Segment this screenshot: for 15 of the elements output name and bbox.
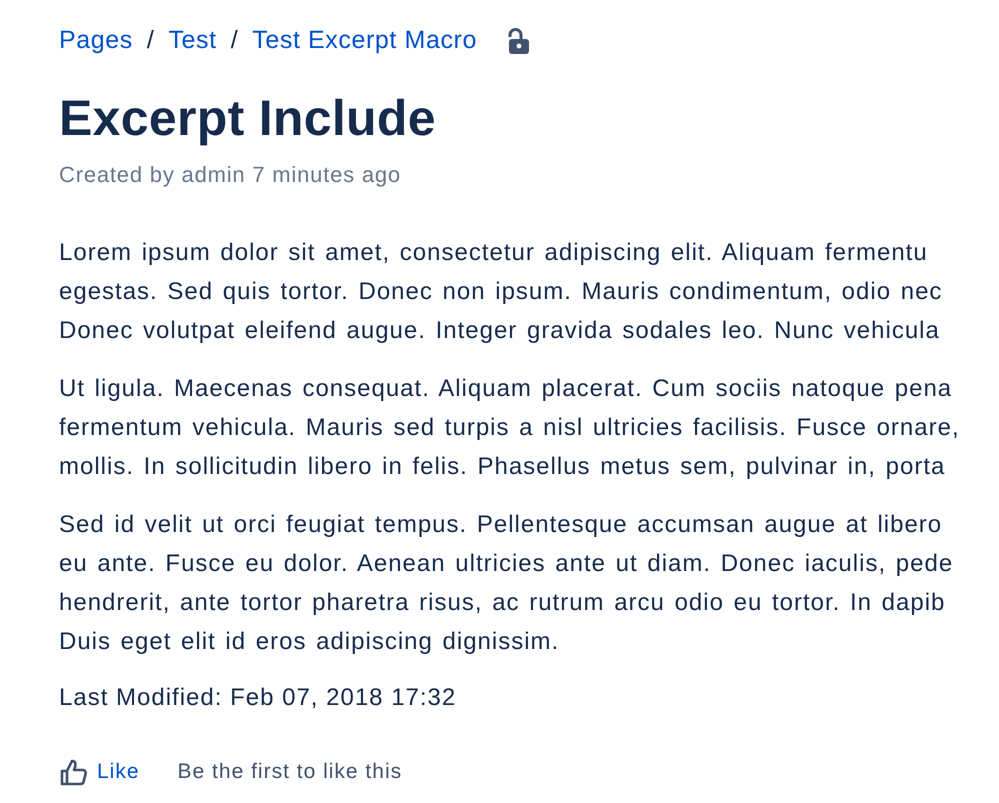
breadcrumb-link[interactable]: Test Excerpt Macro — [252, 22, 477, 60]
unlocked-lock-icon[interactable] — [507, 28, 531, 54]
page-title: Excerpt Include — [59, 89, 437, 148]
thumbs-up-icon — [59, 756, 89, 787]
paragraph: Lorem ipsum dolor sit amet, consectetur adipiscing elit. Aliquam fermentu egestas. Sed quis tortor. Donec non ipsum. Mauris condimentum, odio nec Donec volutpat eleifend augue. Integer gravida sodales leo. Nunc vehicula — [59, 238, 944, 346]
breadcrumb-separator: / — [146, 25, 154, 56]
byline: Created by admin 7 minutes ago — [59, 161, 402, 189]
paragraph: Sed id velit ut orci feugiat tempus. Pellentesque accumsan augue at libero eu ante. Fusce eu dolor. Aenean ultricies ante ut diam. Donec iaculis, pede hendrerit, ante tortor pharetra risus, ac rutrum arcu odio eu tortor. In dapib Duis eget elit id eros adipiscing dignissim. — [59, 510, 954, 657]
like-button[interactable]: Like — [59, 756, 140, 788]
breadcrumb-separator: / — [230, 25, 238, 56]
breadcrumb-link[interactable]: Pages — [59, 22, 133, 60]
last-modified-text: Last Modified: Feb 07, 2018 17:32 — [59, 683, 458, 713]
breadcrumb-link[interactable]: Test — [168, 22, 217, 60]
paragraph: Ut ligula. Maecenas consequat. Aliquam placerat. Cum sociis natoque pena fermentum vehicula. Mauris sed turpis a nisl ultricies facilisis. Fusce ornare, mollis. In sollicitudin libero in felis. Phasellus metus sem, pulvinar in, porta — [59, 374, 961, 482]
like-summary: Be the first to like this — [178, 759, 402, 785]
